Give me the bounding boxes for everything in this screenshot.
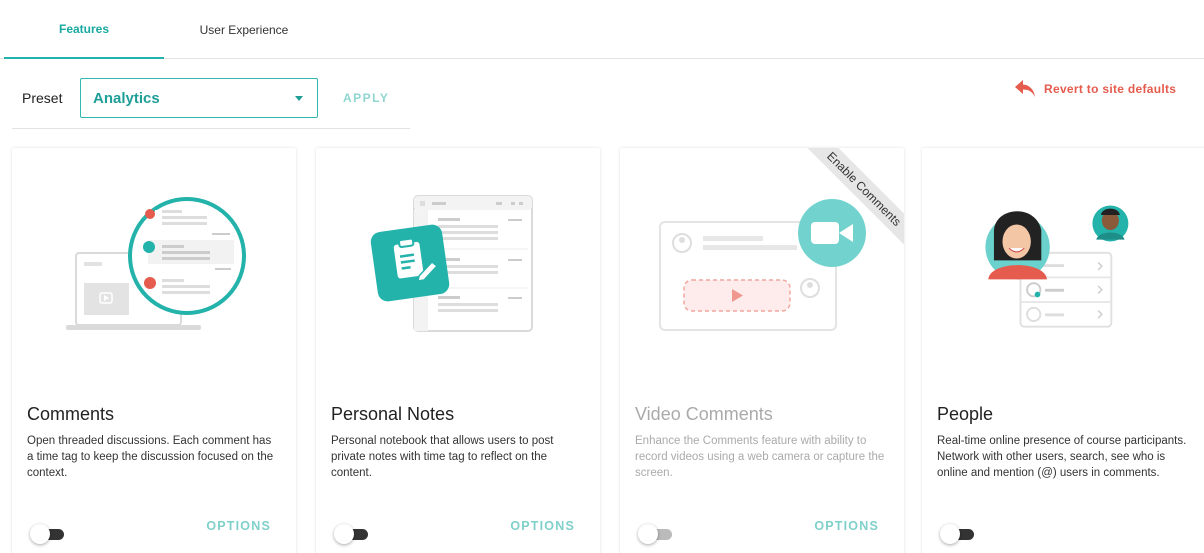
- revert-to-defaults-button[interactable]: Revert to site defaults: [1013, 78, 1176, 100]
- preset-row: Preset Analytics APPLY: [12, 60, 410, 129]
- comments-toggle[interactable]: [30, 524, 64, 544]
- toggle-knob: [940, 524, 960, 544]
- caret-down-icon: [295, 96, 303, 101]
- toggle-knob: [638, 524, 658, 544]
- card-description: Open threaded discussions. Each comment …: [27, 435, 274, 479]
- personal-notes-illustration: [370, 195, 533, 332]
- card-description: Enhance the Comments feature with abilit…: [635, 435, 885, 479]
- card-title: Video Comments: [635, 404, 773, 424]
- people-illustration: [985, 205, 1129, 328]
- feature-card-comments: Comments Open threaded discussions. Each…: [12, 148, 296, 553]
- feature-card-personal-notes: Personal Notes Personal notebook that al…: [316, 148, 600, 553]
- personal-notes-toggle[interactable]: [334, 524, 368, 544]
- toggle-knob: [30, 524, 50, 544]
- feature-card-people: People Real-time online presence of cour…: [922, 148, 1204, 553]
- undo-arrow-icon: [1015, 80, 1035, 97]
- options-button[interactable]: OPTIONS: [206, 519, 271, 533]
- apply-button[interactable]: APPLY: [343, 91, 389, 105]
- options-button[interactable]: OPTIONS: [510, 519, 575, 533]
- card-description: Real-time online presence of course part…: [937, 435, 1187, 479]
- people-toggle[interactable]: [940, 524, 974, 544]
- tab-user-experience[interactable]: User Experience: [164, 0, 324, 59]
- card-title: Personal Notes: [331, 404, 455, 424]
- tab-features[interactable]: Features: [4, 0, 164, 59]
- comments-illustration: [66, 197, 246, 330]
- preset-select-value: Analytics: [93, 90, 160, 107]
- options-button[interactable]: OPTIONS: [814, 519, 879, 533]
- revert-label: Revert to site defaults: [1044, 82, 1177, 96]
- feature-card-video-comments: Enable Comments Video Comments Enhance t…: [620, 148, 904, 553]
- tab-bar: Features User Experience: [0, 0, 1204, 59]
- card-title: Comments: [27, 404, 115, 424]
- preset-label: Preset: [22, 90, 63, 106]
- toggle-knob: [334, 524, 354, 544]
- video-comments-toggle[interactable]: [638, 524, 672, 544]
- card-description: Personal notebook that allows users to p…: [331, 435, 554, 479]
- preset-select[interactable]: Analytics: [80, 78, 318, 118]
- card-title: People: [937, 404, 994, 424]
